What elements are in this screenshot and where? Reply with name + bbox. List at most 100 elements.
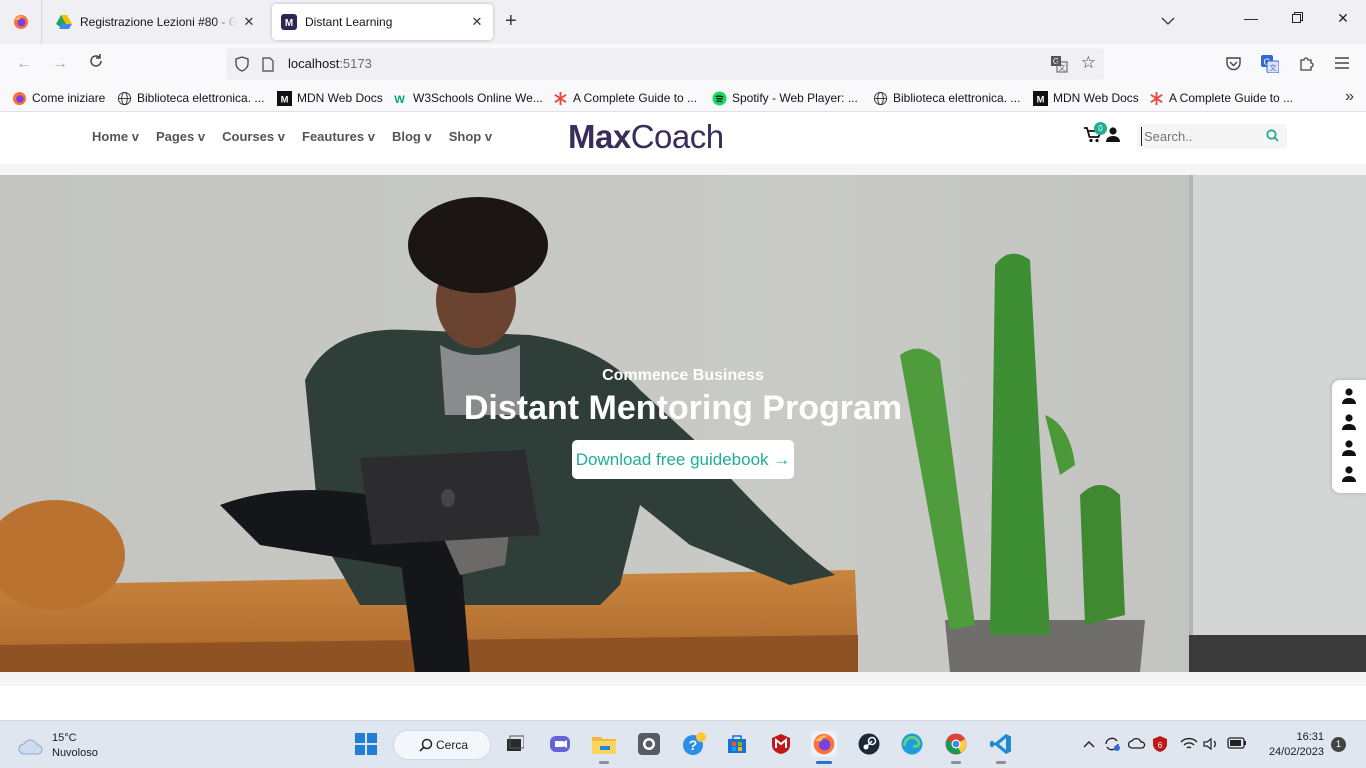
- tab-distant-learning[interactable]: M Distant Learning ✕: [272, 4, 493, 40]
- menu-item-shop[interactable]: Shop v: [449, 129, 492, 144]
- tab-bar: Registrazione Lezioni #80 - Google Drive…: [0, 0, 1366, 44]
- bookmark-item[interactable]: Come iniziare: [11, 90, 105, 106]
- bookmark-star-icon[interactable]: ☆: [1081, 53, 1096, 73]
- menu-item-pages[interactable]: Pages v: [156, 129, 205, 144]
- bookmark-label: W3Schools Online We...: [413, 91, 543, 105]
- svg-text:W: W: [394, 94, 405, 106]
- taskbar-clock[interactable]: 16:31 24/02/2023: [1256, 730, 1324, 760]
- svg-text:6: 6: [1158, 741, 1163, 750]
- main-menu: Home v Pages v Courses v Feautures v Blo…: [92, 129, 509, 144]
- teams-chat-icon[interactable]: [547, 731, 573, 757]
- clock-time: 16:31: [1296, 731, 1324, 743]
- reload-icon[interactable]: [85, 53, 107, 75]
- weather-widget[interactable]: 15°C Nuvoloso: [18, 731, 98, 761]
- chrome-icon[interactable]: [943, 731, 969, 757]
- cloud-icon: [18, 739, 43, 755]
- w3schools-icon: W: [392, 90, 408, 106]
- shield-icon[interactable]: [234, 56, 250, 75]
- battery-icon[interactable]: [1227, 737, 1247, 752]
- svg-text:M: M: [280, 94, 288, 104]
- task-view-icon[interactable]: [501, 731, 527, 757]
- weather-temperature: 15°C: [52, 732, 77, 744]
- bookmarks-toolbar: Come iniziare Biblioteca elettronica. ..…: [0, 84, 1366, 112]
- bookmark-label: Biblioteca elettronica. ...: [137, 91, 265, 105]
- globe-icon: [872, 90, 888, 106]
- antivirus-tray-icon[interactable]: 6: [1152, 735, 1168, 756]
- bookmark-label: MDN Web Docs: [1053, 91, 1139, 105]
- bookmark-item[interactable]: A Complete Guide to ...: [552, 90, 697, 106]
- more-bookmarks-icon[interactable]: »: [1345, 88, 1354, 106]
- active-indicator: [816, 761, 832, 764]
- bookmark-item[interactable]: Biblioteca elettronica. ...: [872, 90, 1020, 106]
- new-tab-button[interactable]: +: [505, 11, 517, 31]
- menu-item-courses[interactable]: Courses v: [222, 129, 285, 144]
- steam-icon[interactable]: [856, 731, 882, 757]
- site-logo[interactable]: MaxCoach: [568, 118, 724, 156]
- firefox-view-button[interactable]: [0, 0, 42, 44]
- user-icon[interactable]: [1106, 127, 1120, 145]
- user-icon[interactable]: [1342, 466, 1356, 485]
- mdn-icon: M: [1032, 90, 1048, 106]
- tab-google-drive[interactable]: Registrazione Lezioni #80 - Google Drive…: [47, 4, 265, 40]
- menu-item-features[interactable]: Feautures v: [302, 129, 375, 144]
- search-icon[interactable]: [1266, 129, 1279, 145]
- close-tab-icon[interactable]: ✕: [237, 14, 261, 30]
- url-text: localhost:5173: [288, 56, 372, 71]
- bookmark-item[interactable]: W W3Schools Online We...: [392, 90, 543, 106]
- bookmark-item[interactable]: Spotify - Web Player: ...: [711, 90, 858, 106]
- firefox-taskbar-icon[interactable]: [811, 731, 837, 757]
- download-guidebook-button[interactable]: Download free guidebook →: [572, 440, 794, 479]
- start-windows-icon[interactable]: [353, 731, 379, 757]
- translate-icon[interactable]: G文: [1050, 55, 1068, 76]
- close-tab-icon[interactable]: ✕: [465, 14, 489, 30]
- bookmark-item[interactable]: M MDN Web Docs: [276, 90, 383, 106]
- mdn-icon: M: [276, 90, 292, 106]
- menu-item-blog[interactable]: Blog v: [392, 129, 432, 144]
- extensions-puzzle-icon[interactable]: [1298, 55, 1315, 75]
- edge-icon[interactable]: [899, 731, 925, 757]
- bookmark-item[interactable]: A Complete Guide to ...: [1148, 90, 1293, 106]
- address-bar[interactable]: localhost:5173 G文 ☆: [226, 48, 1104, 80]
- tab-title: Registrazione Lezioni #80 - Google Drive: [80, 15, 237, 29]
- bookmark-item[interactable]: M MDN Web Docs: [1032, 90, 1139, 106]
- taskbar-search[interactable]: Cerca: [393, 730, 491, 760]
- globe-icon: [116, 90, 132, 106]
- notification-badge[interactable]: 1: [1331, 737, 1346, 752]
- mcafee-icon[interactable]: [768, 731, 794, 757]
- section-spacer: [0, 672, 1366, 686]
- volume-icon[interactable]: [1203, 737, 1219, 754]
- vscode-icon[interactable]: [988, 731, 1014, 757]
- file-explorer-icon[interactable]: [591, 731, 617, 757]
- list-all-tabs-icon[interactable]: [1158, 12, 1178, 28]
- page-info-icon[interactable]: [262, 57, 274, 75]
- translate-extension-icon[interactable]: G文: [1261, 55, 1280, 76]
- github-desktop-icon[interactable]: [636, 731, 662, 757]
- minimize-icon[interactable]: —: [1241, 10, 1261, 26]
- wifi-icon[interactable]: [1180, 737, 1198, 754]
- onedrive-cloud-icon[interactable]: [1127, 737, 1146, 752]
- navigation-toolbar: ← → localhost:5173 G文 ☆ G文: [0, 44, 1366, 84]
- sync-icon[interactable]: [1103, 735, 1121, 756]
- hamburger-menu-icon[interactable]: [1334, 56, 1350, 73]
- bookmark-item[interactable]: Biblioteca elettronica. ...: [116, 90, 264, 106]
- clock-date: 24/02/2023: [1268, 746, 1324, 758]
- menu-item-home[interactable]: Home v: [92, 129, 139, 144]
- pocket-icon[interactable]: [1225, 55, 1242, 75]
- forward-arrow-icon[interactable]: →: [49, 53, 71, 75]
- user-icon[interactable]: [1342, 414, 1356, 433]
- firefox-icon: [11, 90, 27, 106]
- close-window-icon[interactable]: ✕: [1333, 10, 1353, 27]
- show-hidden-icons-chevron[interactable]: [1083, 737, 1095, 751]
- hero-subtitle: Commence Business: [602, 367, 764, 384]
- microsoft-store-icon[interactable]: [724, 731, 750, 757]
- weather-condition: Nuvoloso: [52, 747, 98, 759]
- user-icon[interactable]: [1342, 388, 1356, 407]
- taskbar-search-label: Cerca: [436, 738, 469, 752]
- search-input[interactable]: [1141, 127, 1261, 146]
- user-icon[interactable]: [1342, 440, 1356, 459]
- back-arrow-icon[interactable]: ←: [13, 53, 35, 75]
- hero-title: Distant Mentoring Program: [463, 389, 903, 427]
- get-help-icon[interactable]: ?: [681, 731, 707, 757]
- section-spacer: [0, 164, 1366, 175]
- restore-icon[interactable]: [1287, 10, 1307, 26]
